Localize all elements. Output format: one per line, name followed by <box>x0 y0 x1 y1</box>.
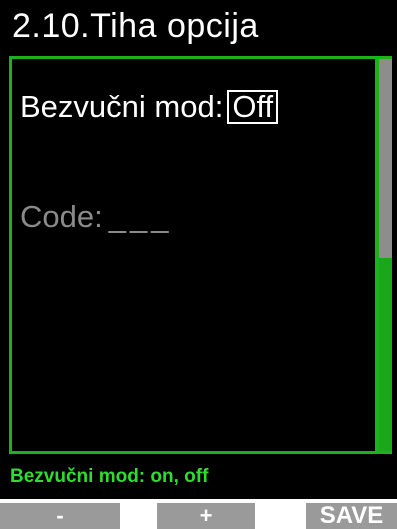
silent-mode-value[interactable]: Off <box>227 90 279 124</box>
code-row[interactable]: Code: ___ <box>20 199 172 235</box>
code-label: Code: <box>20 199 103 234</box>
save-button[interactable]: SAVE <box>306 503 397 529</box>
code-value[interactable]: ___ <box>109 199 173 234</box>
page-title: 2.10.Tiha opcija <box>12 7 259 45</box>
scrollbar[interactable] <box>379 59 392 451</box>
header-bar: 2.10.Tiha opcija <box>0 0 397 53</box>
hint-bar: Bezvučni mod: on, off <box>0 460 397 494</box>
silent-mode-label: Bezvučni mod: <box>20 89 224 124</box>
plus-button[interactable]: + <box>157 503 255 529</box>
hint-text: Bezvučni mod: on, off <box>10 466 209 487</box>
settings-panel: Bezvučni mod: Off Code: ___ <box>9 56 392 454</box>
softkey-bar: - + SAVE <box>0 499 397 529</box>
minus-button[interactable]: - <box>0 503 120 529</box>
scrollbar-track-fill <box>379 258 392 451</box>
silent-mode-row[interactable]: Bezvučni mod: Off <box>20 89 279 125</box>
scrollbar-thumb[interactable] <box>379 59 392 258</box>
